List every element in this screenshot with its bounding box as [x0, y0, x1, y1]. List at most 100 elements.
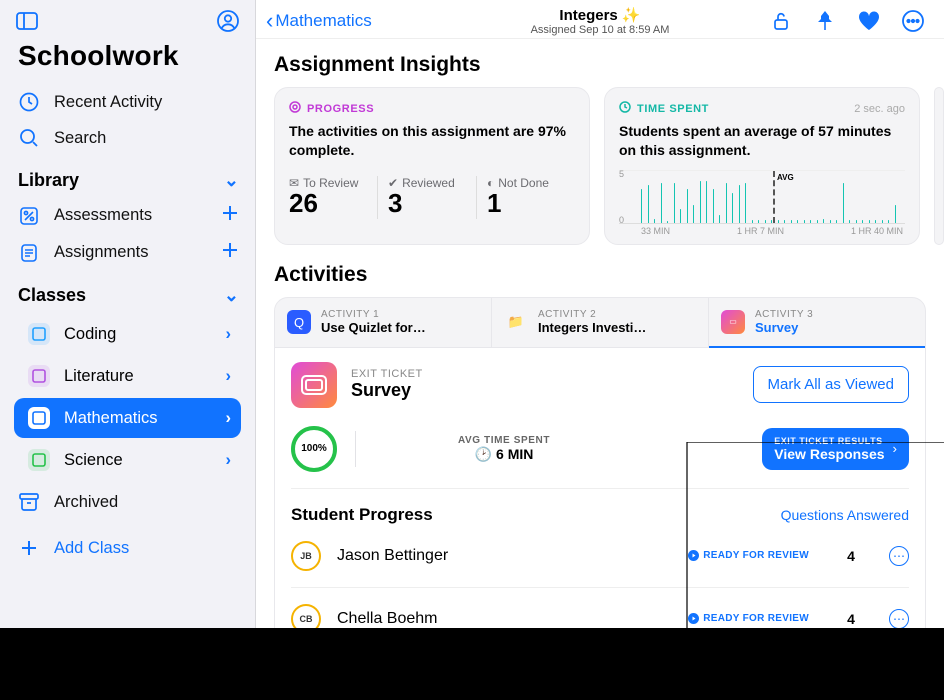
- section-label: Classes: [18, 285, 86, 306]
- sidebar-section-library[interactable]: Library ⌄: [0, 156, 255, 197]
- sidebar-item-label: Assessments: [54, 206, 152, 225]
- percent-icon: [18, 205, 40, 227]
- activity-tab-3[interactable]: ▭ACTIVITY 3Survey: [709, 298, 925, 348]
- class-label: Mathematics: [64, 409, 158, 428]
- more-icon[interactable]: [902, 10, 924, 32]
- chevron-down-icon: ⌄: [224, 285, 239, 306]
- sidebar-class-literature[interactable]: Literature ›: [14, 356, 241, 396]
- sidebar-add-class[interactable]: Add Class: [0, 530, 255, 566]
- clock-icon: 🕑: [475, 446, 492, 463]
- chart-bar: [674, 183, 675, 223]
- archive-icon: [18, 491, 40, 513]
- chart-bar: [895, 205, 896, 223]
- chevron-right-icon: ›: [226, 451, 232, 470]
- activity-tab-2[interactable]: 📁ACTIVITY 2Integers Investi…: [492, 298, 709, 348]
- chevron-down-icon: ⌄: [224, 170, 239, 191]
- time-body: Students spent an average of 57 minutes …: [619, 122, 905, 160]
- chart-bar: [771, 220, 772, 223]
- class-icon: [28, 407, 50, 429]
- time-spent-chart: 5 0 AVG: [619, 170, 905, 224]
- chart-bar: [804, 220, 805, 223]
- chart-bar: [810, 220, 811, 223]
- clock-icon: [18, 91, 40, 113]
- chart-bar: [680, 209, 681, 223]
- chart-bar: [849, 220, 850, 223]
- chart-bar: [687, 189, 688, 223]
- chart-bar: [765, 220, 766, 223]
- sidebar-item-label: Recent Activity: [54, 93, 162, 112]
- avg-marker-label: AVG: [775, 173, 796, 182]
- chart-bar: [719, 215, 720, 223]
- chevron-left-icon: ‹: [266, 8, 273, 34]
- chart-bar: [745, 183, 746, 223]
- progress-label: PROGRESS: [307, 103, 374, 115]
- time-spent-card: TIME SPENT 2 sec. ago Students spent an …: [604, 87, 920, 245]
- insights-heading: Assignment Insights: [274, 53, 926, 77]
- sidebar-archived[interactable]: Archived: [0, 484, 255, 520]
- account-icon[interactable]: [217, 10, 239, 32]
- chart-bar: [758, 220, 759, 223]
- lock-open-icon[interactable]: [770, 10, 792, 32]
- xtick: 1 HR 7 MIN: [737, 226, 784, 236]
- xtick: 1 HR 40 MIN: [851, 226, 903, 236]
- chart-bar: [843, 183, 844, 223]
- chart-bar: [882, 220, 883, 223]
- completion-ring: 100%: [291, 426, 337, 472]
- target-icon: [289, 100, 301, 118]
- stat-not-done: ◐Not Done 1: [476, 176, 575, 219]
- back-label: Mathematics: [275, 11, 371, 31]
- class-label: Science: [64, 451, 123, 470]
- activity-tab-1[interactable]: QACTIVITY 1Use Quizlet for…: [275, 298, 492, 348]
- sidebar-section-classes[interactable]: Classes ⌄: [0, 271, 255, 312]
- class-label: Coding: [64, 325, 116, 344]
- sidebar-class-mathematics[interactable]: Mathematics ›: [14, 398, 241, 438]
- sidebar-assessments[interactable]: Assessments: [0, 197, 255, 234]
- chart-bar: [797, 220, 798, 223]
- sidebar-class-coding[interactable]: Coding ›: [14, 314, 241, 354]
- sidebar-assignments[interactable]: Assignments: [0, 234, 255, 271]
- document-icon: [18, 242, 40, 264]
- activity-suplabel: EXIT TICKET: [351, 368, 423, 380]
- avg-time-label: AVG TIME SPENT: [374, 435, 634, 446]
- sidebar-class-science[interactable]: Science ›: [14, 440, 241, 480]
- chart-bar: [791, 220, 792, 223]
- sidebar-search[interactable]: Search: [0, 120, 255, 156]
- section-label: Library: [18, 170, 79, 191]
- mark-all-viewed-button[interactable]: Mark All as Viewed: [753, 366, 909, 403]
- pin-icon[interactable]: [814, 10, 836, 32]
- chevron-right-icon: ›: [226, 367, 232, 386]
- xtick: 33 MIN: [641, 226, 670, 236]
- sidebar-recent-activity[interactable]: Recent Activity: [0, 84, 255, 120]
- sidebar-item-label: Search: [54, 129, 106, 148]
- app-title: Schoolwork: [0, 38, 255, 84]
- plus-icon[interactable]: [221, 241, 239, 264]
- clock-icon: [619, 100, 631, 118]
- time-label: TIME SPENT: [637, 103, 709, 115]
- chart-bar: [726, 183, 727, 223]
- class-icon: [28, 449, 50, 471]
- chart-bar: [661, 183, 662, 223]
- chevron-right-icon: ›: [226, 409, 232, 428]
- class-label: Literature: [64, 367, 134, 386]
- chart-bar: [888, 220, 889, 223]
- next-card-peek[interactable]: [934, 87, 944, 245]
- topbar: ‹ Mathematics Integers ✨ Assigned Sep 10…: [256, 0, 944, 39]
- chart-bar: [830, 220, 831, 223]
- callout-line: [686, 442, 944, 628]
- sidebar-item-label: Add Class: [54, 539, 129, 558]
- chart-bar: [784, 220, 785, 223]
- chart-bar: [862, 220, 863, 223]
- chart-bar: [648, 185, 649, 223]
- search-icon: [18, 127, 40, 149]
- heart-icon[interactable]: [858, 10, 880, 32]
- class-icon: [28, 323, 50, 345]
- stat-to-review: ✉︎To Review 26: [289, 176, 377, 219]
- stat-reviewed: ✔︎Reviewed 3: [377, 176, 476, 219]
- sidebar: Schoolwork Recent Activity Search Librar…: [0, 0, 256, 628]
- sidebar-toggle-icon[interactable]: [16, 10, 38, 32]
- plus-icon[interactable]: [221, 204, 239, 227]
- page-title: Integers ✨: [531, 6, 670, 24]
- back-button[interactable]: ‹ Mathematics: [266, 8, 372, 34]
- chart-bar: [778, 220, 779, 223]
- chart-bar: [667, 221, 668, 223]
